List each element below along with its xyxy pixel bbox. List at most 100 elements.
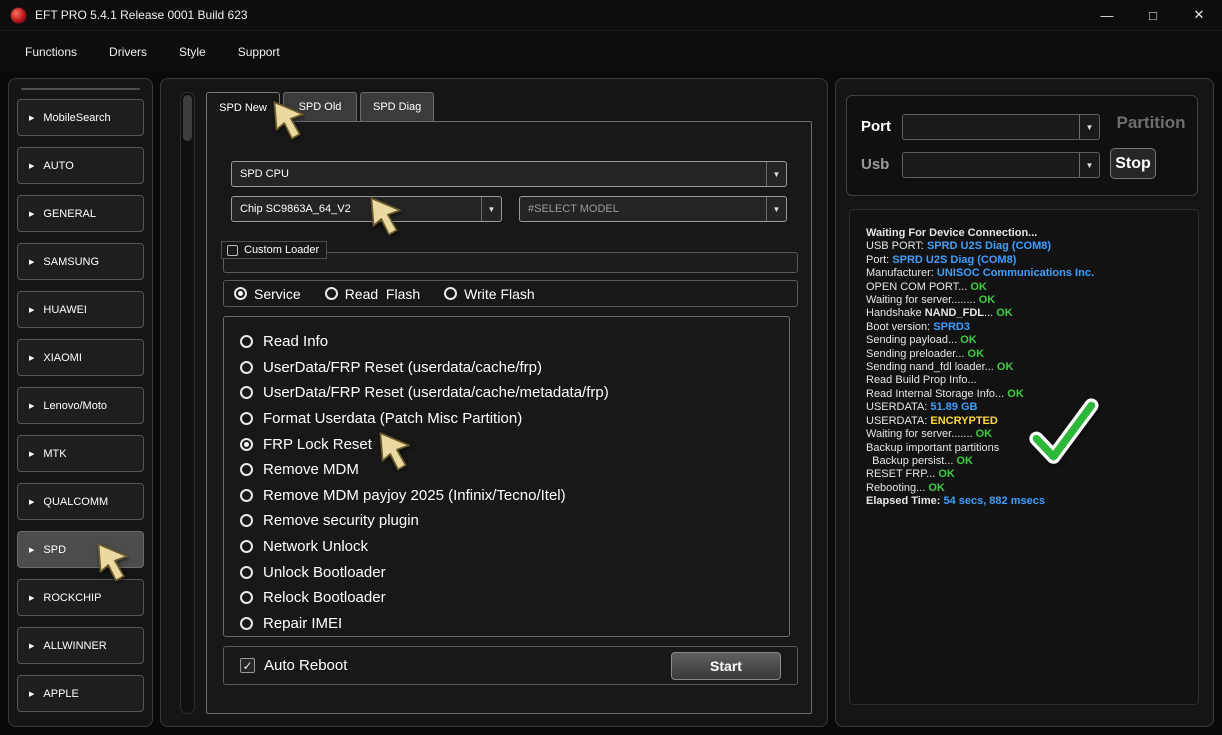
sidebar-item-allwinner[interactable]: ▶ALLWINNER bbox=[17, 627, 144, 664]
operation-radio-userdata-frp-reset-userdata-cache-metadata-frp[interactable]: UserData/FRP Reset (userdata/cache/metad… bbox=[240, 380, 789, 406]
radio-icon bbox=[240, 412, 253, 425]
model-value: #SELECT MODEL bbox=[520, 203, 766, 215]
partition-button[interactable]: Partition bbox=[1105, 113, 1197, 133]
sidebar-item-huawei[interactable]: ▶HUAWEI bbox=[17, 291, 144, 328]
menu-item-support[interactable]: Support bbox=[238, 45, 280, 59]
window-title: EFT PRO 5.4.1 Release 0001 Build 623 bbox=[35, 8, 248, 22]
chevron-down-icon[interactable]: ▼ bbox=[1079, 153, 1099, 177]
operation-radio-remove-security-plugin[interactable]: Remove security plugin bbox=[240, 508, 789, 534]
log-line: OPEN COM PORT... OK bbox=[866, 281, 1190, 294]
radio-icon bbox=[234, 287, 247, 300]
menu-item-style[interactable]: Style bbox=[179, 45, 206, 59]
sidebar-item-label: SPD bbox=[43, 544, 66, 556]
operation-label: UserData/FRP Reset (userdata/cache/metad… bbox=[263, 384, 609, 401]
log-line: Port: SPRD U2S Diag (COM8) bbox=[866, 254, 1190, 267]
triangle-icon: ▶ bbox=[29, 594, 34, 602]
operation-label: Relock Bootloader bbox=[263, 589, 386, 606]
operation-radio-repair-imei[interactable]: Repair IMEI bbox=[240, 611, 789, 637]
radio-icon bbox=[240, 386, 253, 399]
chevron-down-icon[interactable]: ▼ bbox=[766, 162, 786, 186]
custom-loader-toggle[interactable]: Custom Loader bbox=[221, 241, 327, 259]
sidebar-item-general[interactable]: ▶GENERAL bbox=[17, 195, 144, 232]
operation-label: Remove MDM bbox=[263, 461, 359, 478]
sidebar-item-label: Lenovo/Moto bbox=[43, 400, 107, 412]
log-line: Read Build Prop Info... bbox=[866, 374, 1190, 387]
scrollbar-thumb[interactable] bbox=[183, 95, 192, 141]
sidebar-item-qualcomm[interactable]: ▶ QUALCOMM bbox=[17, 483, 144, 520]
minimize-button[interactable]: — bbox=[1084, 0, 1130, 30]
operation-radio-frp-lock-reset[interactable]: FRP Lock Reset bbox=[240, 431, 789, 457]
log-line: RESET FRP... OK bbox=[866, 468, 1190, 481]
triangle-icon: ▶ bbox=[29, 450, 34, 458]
menu-item-functions[interactable]: Functions bbox=[25, 45, 77, 59]
operation-radio-relock-bootloader[interactable]: Relock Bootloader bbox=[240, 585, 789, 611]
sidebar-item-lenovo-moto[interactable]: ▶Lenovo/Moto bbox=[17, 387, 144, 424]
mode-radio-read-flash[interactable]: Read Flash bbox=[325, 286, 420, 302]
scrollbar[interactable] bbox=[180, 92, 195, 714]
model-select[interactable]: #SELECT MODEL ▼ bbox=[519, 196, 787, 222]
mode-radio-service[interactable]: Service bbox=[234, 286, 301, 302]
sidebar-item-auto[interactable]: ▶AUTO bbox=[17, 147, 144, 184]
auto-reboot-checkbox[interactable]: ✓ bbox=[240, 658, 255, 673]
tab-spd-new[interactable]: SPD New bbox=[206, 92, 280, 122]
app-logo-icon bbox=[10, 7, 27, 24]
sidebar-item-label: ROCKCHIP bbox=[43, 592, 101, 604]
auto-reboot-toggle[interactable]: ✓ Auto Reboot bbox=[240, 657, 347, 674]
log-line: Manufacturer: UNISOC Communications Inc. bbox=[866, 267, 1190, 280]
mode-radio-label: Read Flash bbox=[345, 286, 420, 302]
sidebar-item-xiaomi[interactable]: ▶XIAOMI bbox=[17, 339, 144, 376]
sidebar-item-mtk[interactable]: ▶MTK bbox=[17, 435, 144, 472]
triangle-icon: ▶ bbox=[29, 498, 34, 506]
operation-radio-unlock-bootloader[interactable]: Unlock Bootloader bbox=[240, 559, 789, 585]
chevron-down-icon[interactable]: ▼ bbox=[766, 197, 786, 221]
radio-icon bbox=[240, 438, 253, 451]
sidebar-item-mobilesearch[interactable]: ▶MobileSearch bbox=[17, 99, 144, 136]
mode-radio-write-flash[interactable]: Write Flash bbox=[444, 286, 535, 302]
menu-bar: Functions Drivers Style Support bbox=[0, 31, 1222, 72]
triangle-icon: ▶ bbox=[29, 258, 34, 266]
tab-spd-diag[interactable]: SPD Diag bbox=[360, 92, 434, 121]
operation-label: Unlock Bootloader bbox=[263, 564, 386, 581]
log-line: Rebooting... OK bbox=[866, 482, 1190, 495]
mode-radio-label: Service bbox=[254, 286, 301, 302]
triangle-icon: ▶ bbox=[29, 690, 34, 698]
operation-radio-network-unlock[interactable]: Network Unlock bbox=[240, 534, 789, 560]
operation-radio-remove-mdm[interactable]: Remove MDM bbox=[240, 457, 789, 483]
custom-loader-checkbox[interactable] bbox=[227, 245, 238, 256]
radio-icon bbox=[240, 489, 253, 502]
maximize-button[interactable]: □ bbox=[1130, 0, 1176, 30]
usb-select[interactable]: ▼ bbox=[902, 152, 1100, 178]
sidebar-item-apple[interactable]: ▶ APPLE bbox=[17, 675, 144, 712]
operation-radio-userdata-frp-reset-userdata-cache-frp[interactable]: UserData/FRP Reset (userdata/cache/frp) bbox=[240, 355, 789, 381]
start-button[interactable]: Start bbox=[671, 652, 781, 680]
spd-cpu-select[interactable]: SPD CPU ▼ bbox=[231, 161, 787, 187]
operation-label: Remove MDM payjoy 2025 (Infinix/Tecno/It… bbox=[263, 487, 566, 504]
operation-radio-read-info[interactable]: Read Info bbox=[240, 329, 789, 355]
log-line: Handshake NAND_FDL... OK bbox=[866, 307, 1190, 320]
cursor-arrow-icon bbox=[376, 431, 420, 475]
operation-radio-format-userdata-patch-misc-partition[interactable]: Format Userdata (Patch Misc Partition) bbox=[240, 406, 789, 432]
tab-page-spd-new: SPD CPU ▼ Chip SC9863A_64_V2 ▼ #SELECT M… bbox=[206, 121, 812, 714]
port-select[interactable]: ▼ bbox=[902, 114, 1100, 140]
connection-box: Port ▼ Partition Usb ▼ Stop bbox=[846, 95, 1198, 196]
log-line: Sending payload... OK bbox=[866, 334, 1190, 347]
log-line: Waiting for server........ OK bbox=[866, 294, 1190, 307]
sidebar-item-label: QUALCOMM bbox=[43, 496, 108, 508]
sidebar-item-samsung[interactable]: ▶SAMSUNG bbox=[17, 243, 144, 280]
chevron-down-icon[interactable]: ▼ bbox=[481, 197, 501, 221]
close-button[interactable]: ✕ bbox=[1176, 0, 1222, 30]
chevron-down-icon[interactable]: ▼ bbox=[1079, 115, 1099, 139]
stop-button[interactable]: Stop bbox=[1110, 148, 1156, 179]
operation-label: Network Unlock bbox=[263, 538, 368, 555]
triangle-icon: ▶ bbox=[29, 306, 34, 314]
log-line: Sending nand_fdl loader... OK bbox=[866, 361, 1190, 374]
sidebar-item-label: XIAOMI bbox=[43, 352, 82, 364]
sidebar-item-label: APPLE bbox=[43, 688, 78, 700]
cursor-arrow-icon bbox=[367, 196, 411, 240]
operation-label: UserData/FRP Reset (userdata/cache/frp) bbox=[263, 359, 542, 376]
menu-item-drivers[interactable]: Drivers bbox=[109, 45, 147, 59]
auto-reboot-label: Auto Reboot bbox=[264, 657, 347, 674]
radio-icon bbox=[240, 514, 253, 527]
log-line: Elapsed Time: 54 secs, 882 msecs bbox=[866, 495, 1190, 508]
operation-radio-remove-mdm-payjoy-2025-infinix-tecno-itel[interactable]: Remove MDM payjoy 2025 (Infinix/Tecno/It… bbox=[240, 483, 789, 509]
